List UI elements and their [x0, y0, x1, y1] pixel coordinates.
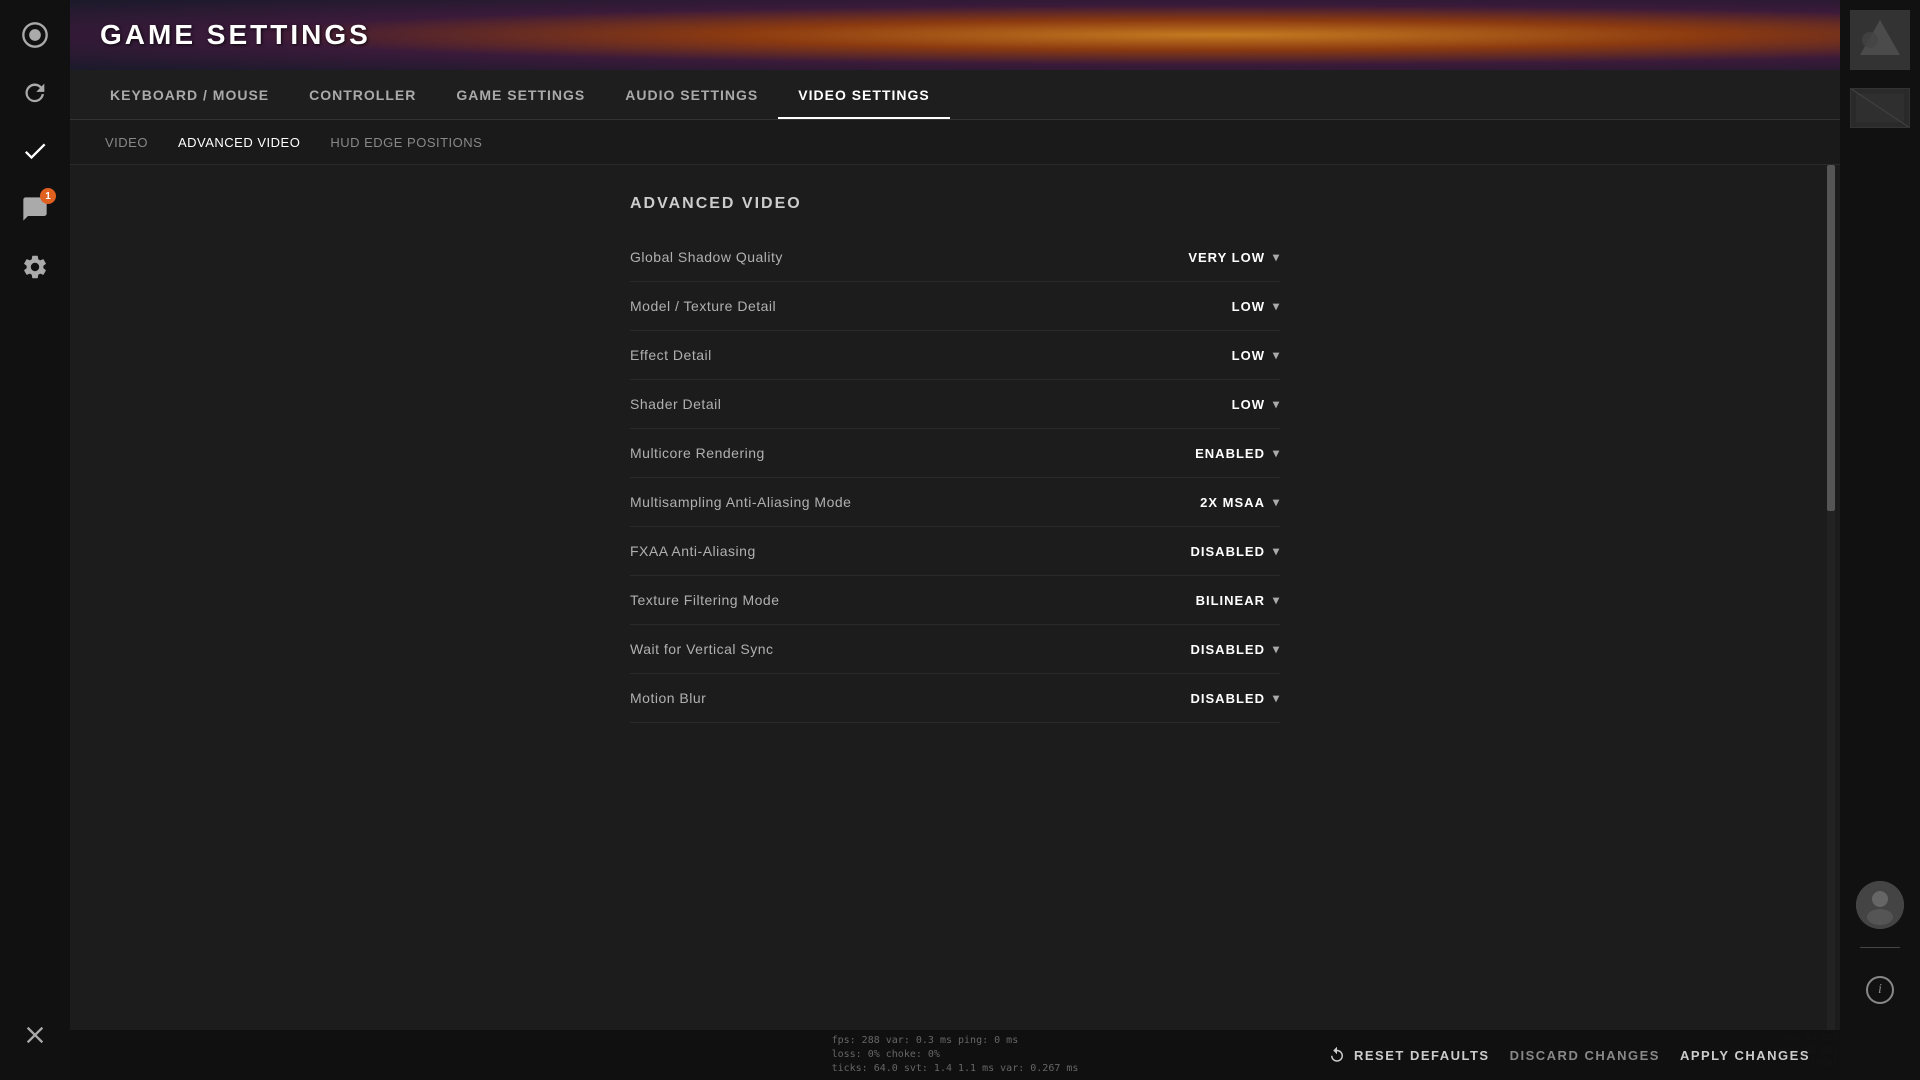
- subtab-hud-edge-positions[interactable]: HUD Edge Positions: [315, 120, 497, 164]
- tab-controller[interactable]: Controller: [289, 70, 436, 119]
- refresh-button[interactable]: [10, 68, 60, 118]
- close-button[interactable]: [10, 1010, 60, 1060]
- map-icon: [1850, 10, 1910, 70]
- setting-label-multicore-rendering: Multicore Rendering: [630, 445, 765, 461]
- tab-video-settings[interactable]: Video Settings: [778, 70, 949, 119]
- setting-row-vsync: Wait for Vertical Sync DISABLED ▾: [630, 625, 1280, 674]
- setting-label-model-texture: Model / Texture Detail: [630, 298, 776, 314]
- map-thumbnail[interactable]: [1850, 10, 1910, 70]
- setting-label-vsync: Wait for Vertical Sync: [630, 641, 774, 657]
- setting-value-motion-blur[interactable]: DISABLED ▾: [1150, 691, 1280, 706]
- reset-defaults-button[interactable]: RESET DEFAULTS: [1328, 1046, 1490, 1064]
- chevron-down-icon: ▾: [1273, 348, 1280, 362]
- setting-value-effect-detail[interactable]: LOW ▾: [1150, 348, 1280, 363]
- setting-label-motion-blur: Motion Blur: [630, 690, 706, 706]
- setting-row-effect-detail: Effect Detail LOW ▾: [630, 331, 1280, 380]
- apply-changes-button[interactable]: APPLY CHANGES: [1680, 1048, 1810, 1063]
- setting-value-texture-filtering[interactable]: BILINEAR ▾: [1150, 593, 1280, 608]
- header: GAME SETTINGS: [70, 0, 1840, 70]
- setting-label-fxaa: FXAA Anti-Aliasing: [630, 543, 756, 559]
- page-title: GAME SETTINGS: [100, 19, 371, 51]
- settings-content: Advanced Video Global Shadow Quality VER…: [70, 165, 1840, 1080]
- setting-row-global-shadow: Global Shadow Quality VERY LOW ▾: [630, 233, 1280, 282]
- setting-value-msaa[interactable]: 2X MSAA ▾: [1150, 495, 1280, 510]
- settings-container: Advanced Video Global Shadow Quality VER…: [630, 195, 1280, 723]
- info-icon: i: [1866, 976, 1894, 1004]
- setting-row-shader-detail: Shader Detail LOW ▾: [630, 380, 1280, 429]
- check-icon: [21, 137, 49, 165]
- tab-keyboard-mouse[interactable]: Keyboard / Mouse: [90, 70, 289, 119]
- setting-value-multicore-rendering[interactable]: ENABLED ▾: [1150, 446, 1280, 461]
- setting-label-texture-filtering: Texture Filtering Mode: [630, 592, 780, 608]
- tab-audio-settings[interactable]: Audio Settings: [605, 70, 778, 119]
- logo-icon: [21, 21, 49, 49]
- setting-label-msaa: Multisampling Anti-Aliasing Mode: [630, 494, 851, 510]
- setting-row-texture-filtering: Texture Filtering Mode BILINEAR ▾: [630, 576, 1280, 625]
- scrollbar-thumb[interactable]: [1827, 165, 1835, 511]
- discard-changes-button[interactable]: DISCARD CHANGES: [1510, 1048, 1660, 1063]
- gear-icon: [21, 253, 49, 281]
- logo-button[interactable]: [10, 10, 60, 60]
- bottom-bar: fps: 288 var: 0.3 ms ping: 0 ms loss: 0%…: [70, 1030, 1840, 1080]
- setting-row-fxaa: FXAA Anti-Aliasing DISABLED ▾: [630, 527, 1280, 576]
- sidebar-divider: [1860, 947, 1900, 948]
- settings-button[interactable]: [10, 242, 60, 292]
- chevron-down-icon: ▾: [1273, 397, 1280, 411]
- main-tab-navigation: Keyboard / Mouse Controller Game setting…: [70, 70, 1840, 120]
- chevron-down-icon: ▾: [1273, 544, 1280, 558]
- user-avatar[interactable]: [1850, 875, 1910, 935]
- chevron-down-icon: ▾: [1273, 299, 1280, 313]
- setting-value-vsync[interactable]: DISABLED ▾: [1150, 642, 1280, 657]
- setting-label-shader-detail: Shader Detail: [630, 396, 721, 412]
- setting-value-fxaa[interactable]: DISABLED ▾: [1150, 544, 1280, 559]
- refresh-icon: [21, 79, 49, 107]
- tab-game-settings[interactable]: Game settings: [436, 70, 605, 119]
- setting-label-global-shadow: Global Shadow Quality: [630, 249, 783, 265]
- setting-row-motion-blur: Motion Blur DISABLED ▾: [630, 674, 1280, 723]
- avatar-icon: [1856, 881, 1904, 929]
- second-thumbnail[interactable]: [1850, 78, 1910, 138]
- subtab-advanced-video[interactable]: Advanced Video: [163, 120, 315, 164]
- right-sidebar: i: [1840, 0, 1920, 1080]
- chevron-down-icon: ▾: [1273, 495, 1280, 509]
- chevron-down-icon: ▾: [1273, 593, 1280, 607]
- notification-badge: 1: [40, 188, 56, 204]
- info-button[interactable]: i: [1850, 960, 1910, 1020]
- scrollbar-track[interactable]: [1827, 165, 1835, 1030]
- setting-row-model-texture: Model / Texture Detail LOW ▾: [630, 282, 1280, 331]
- debug-info: fps: 288 var: 0.3 ms ping: 0 ms loss: 0%…: [832, 1034, 1079, 1076]
- second-thumbnail-icon: [1851, 88, 1909, 128]
- left-sidebar: 1: [0, 0, 70, 1080]
- section-title: Advanced Video: [630, 195, 1280, 213]
- setting-label-effect-detail: Effect Detail: [630, 347, 712, 363]
- subtab-navigation: Video Advanced Video HUD Edge Positions: [70, 120, 1840, 165]
- setting-value-global-shadow[interactable]: VERY LOW ▾: [1150, 250, 1280, 265]
- chevron-down-icon: ▾: [1273, 691, 1280, 705]
- chevron-down-icon: ▾: [1273, 642, 1280, 656]
- notifications-button[interactable]: 1: [10, 184, 60, 234]
- setting-row-msaa: Multisampling Anti-Aliasing Mode 2X MSAA…: [630, 478, 1280, 527]
- setting-value-shader-detail[interactable]: LOW ▾: [1150, 397, 1280, 412]
- close-icon: [21, 1021, 49, 1049]
- subtab-video[interactable]: Video: [90, 120, 163, 164]
- reset-icon: [1328, 1046, 1346, 1064]
- check-button[interactable]: [10, 126, 60, 176]
- main-content: GAME SETTINGS Keyboard / Mouse Controlle…: [70, 0, 1840, 1080]
- setting-value-model-texture[interactable]: LOW ▾: [1150, 299, 1280, 314]
- chevron-down-icon: ▾: [1273, 250, 1280, 264]
- chevron-down-icon: ▾: [1273, 446, 1280, 460]
- setting-row-multicore-rendering: Multicore Rendering ENABLED ▾: [630, 429, 1280, 478]
